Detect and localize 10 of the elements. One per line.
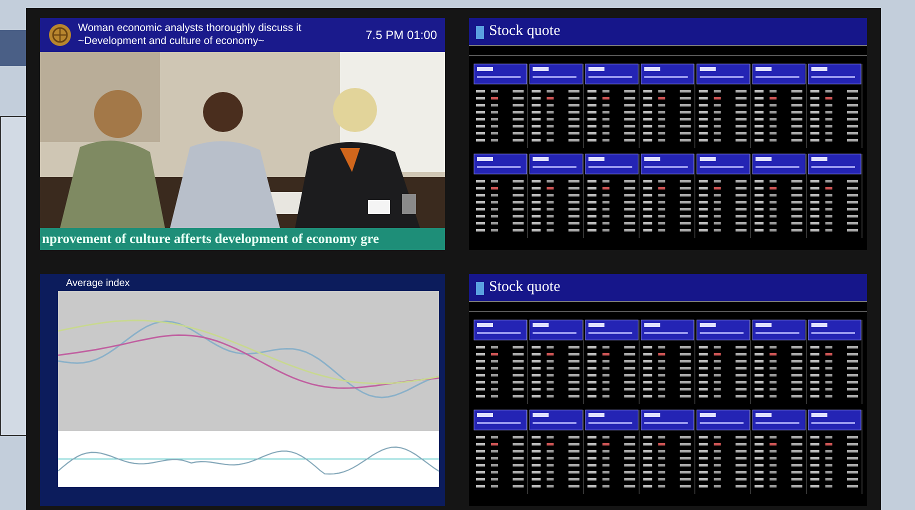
building-icon [475,280,485,294]
news-ticker: nprovement of culture afferts development of economy gre [40,228,445,250]
screen-title: Stock quote [489,278,560,298]
broadcast-time: 7.5 PM 01:00 [366,27,437,44]
globe-logo-icon [48,23,72,47]
side-panel-bar [0,30,26,66]
building-icon [475,24,485,38]
chart-title: Average index [65,277,131,291]
screen-title: Stock quote [489,22,560,42]
program-title: Woman economic analysts thoroughly discuss it ~Development and culture of economy~ [78,22,302,48]
